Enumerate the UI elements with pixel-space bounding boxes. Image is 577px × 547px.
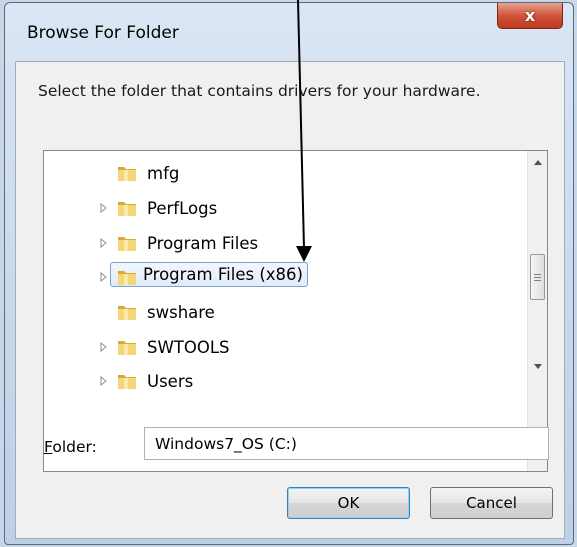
title-bar[interactable]: Browse For Folder x — [5, 3, 573, 61]
tree-item-program-files-x86[interactable]: Program Files (x86) — [44, 262, 514, 290]
window-title: Browse For Folder — [27, 23, 179, 43]
tree-item-label: Program Files — [147, 233, 259, 253]
tree-item-perflogs[interactable]: PerfLogs — [44, 195, 514, 221]
close-button[interactable]: x — [497, 3, 563, 29]
vertical-scrollbar[interactable] — [527, 151, 547, 471]
folder-icon — [118, 202, 136, 216]
tree-item-label: Program Files (x86) — [110, 262, 308, 287]
tree-item-swtools[interactable]: SWTOOLS — [44, 334, 514, 360]
folder-icon — [118, 167, 136, 181]
folder-icon — [118, 237, 136, 251]
ok-button[interactable]: OK — [287, 487, 410, 519]
folder-icon — [118, 271, 136, 285]
tree-item-label: PerfLogs — [147, 198, 218, 218]
tree-item-label: mfg — [147, 163, 180, 183]
scroll-down-icon — [533, 363, 542, 369]
tree-item-label: SWTOOLS — [147, 337, 230, 357]
scroll-up-icon — [533, 159, 542, 165]
tree-item-label: swshare — [147, 302, 215, 322]
expand-arrow-icon[interactable] — [99, 376, 109, 386]
dialog-body: Select the folder that contains drivers … — [15, 61, 565, 539]
browse-for-folder-dialog: Browse For Folder x Select the folder th… — [4, 2, 574, 545]
folder-icon — [118, 341, 136, 355]
folder-icon — [118, 375, 136, 389]
expand-arrow-icon[interactable] — [99, 238, 109, 248]
folder-label: Folder: — [44, 438, 97, 456]
scroll-up-button[interactable] — [528, 153, 547, 171]
scrollbar-thumb[interactable] — [530, 254, 545, 300]
expand-arrow-icon[interactable] — [99, 272, 109, 282]
expand-arrow-icon[interactable] — [99, 342, 109, 352]
tree-item-program-files[interactable]: Program Files — [44, 230, 514, 256]
folder-input[interactable] — [144, 427, 549, 460]
folder-tree[interactable]: mfg PerfLogs Program Files Program Files… — [43, 150, 548, 472]
close-icon: x — [524, 6, 536, 25]
folder-label-text: older: — [52, 438, 97, 456]
tree-item-users[interactable]: Users — [44, 368, 514, 394]
tree-item-label: Users — [147, 371, 194, 391]
instruction-text: Select the folder that contains drivers … — [38, 82, 481, 100]
tree-item-swshare[interactable]: swshare — [44, 299, 514, 325]
folder-icon — [118, 306, 136, 320]
tree-item-mfg[interactable]: mfg — [44, 160, 514, 186]
expand-arrow-icon[interactable] — [99, 203, 109, 213]
cancel-button[interactable]: Cancel — [430, 487, 553, 519]
scroll-down-button[interactable] — [528, 357, 547, 375]
